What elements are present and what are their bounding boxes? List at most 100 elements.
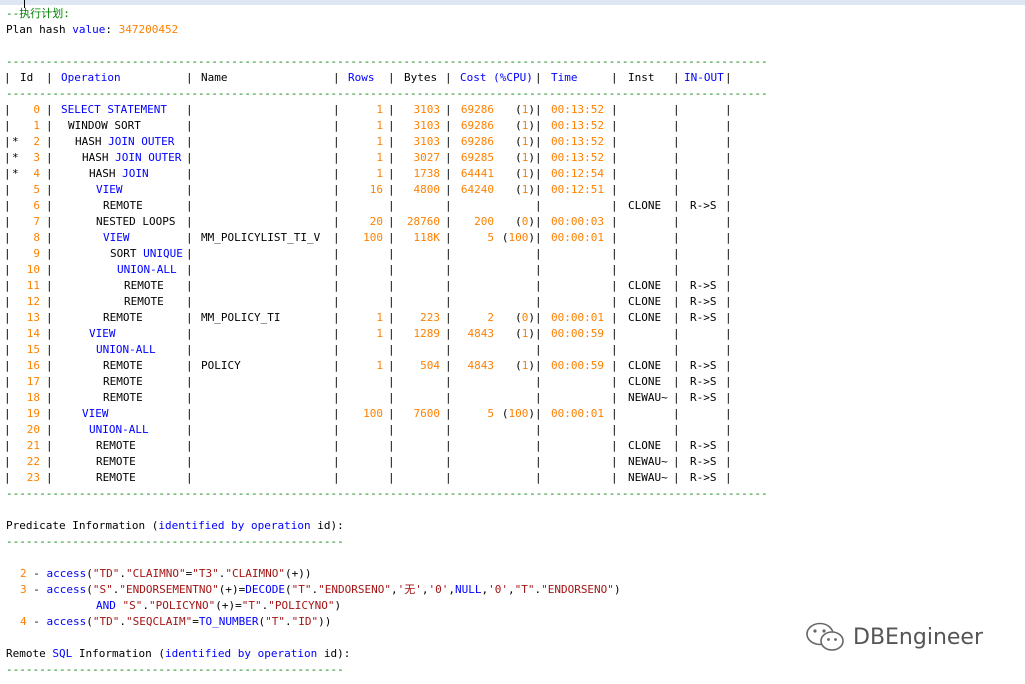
column-divider: | <box>725 343 732 356</box>
column-divider: | <box>46 119 53 132</box>
column-divider: | <box>388 151 395 164</box>
column-divider: | <box>186 231 193 244</box>
cpu-digit: 100 <box>508 407 529 420</box>
column-divider: | <box>46 167 53 180</box>
column-divider: | <box>611 71 618 84</box>
column-divider: | <box>388 119 395 132</box>
time-estimate: 00:00:03 <box>551 215 604 228</box>
column-divider: | <box>4 375 11 388</box>
predicate-marker: * <box>12 151 19 164</box>
column-divider: | <box>333 359 340 372</box>
column-divider: | <box>333 455 340 468</box>
column-divider: | <box>46 151 53 164</box>
column-divider: | <box>725 119 732 132</box>
column-divider: | <box>333 471 340 484</box>
column-divider: | <box>4 407 11 420</box>
column-divider: | <box>611 391 618 404</box>
column-divider: | <box>445 391 452 404</box>
column-divider: | <box>388 167 395 180</box>
column-divider: | <box>611 135 618 148</box>
operation-word: WINDOW <box>68 119 108 132</box>
column-divider: | <box>445 439 452 452</box>
time-estimate: 00:00:01 <box>551 231 604 244</box>
column-header: Time <box>551 71 578 84</box>
column-header: Cost (%CPU) <box>460 71 533 84</box>
byte-estimate: 223 <box>420 311 440 324</box>
object-name: POLICY <box>201 359 241 372</box>
column-divider: | <box>4 71 11 84</box>
column-divider: | <box>46 199 53 212</box>
expression-token <box>116 599 123 612</box>
column-divider: | <box>388 407 395 420</box>
expression-token: DECODE <box>245 583 285 596</box>
plan-hash-label: Plan hash <box>6 23 73 36</box>
row-estimate: 1 <box>376 119 383 132</box>
predicate-id: 2 <box>20 567 27 580</box>
column-divider: | <box>46 247 53 260</box>
predicate-keyword: access <box>46 583 87 596</box>
column-divider: | <box>46 311 53 324</box>
expression-token: "T" <box>291 583 312 596</box>
operation-word: SELECT <box>61 103 101 116</box>
in-out-value: R->S <box>690 199 717 212</box>
expression-token: , <box>507 583 515 596</box>
column-divider: | <box>333 247 340 260</box>
expression-token: "ENDORSEMENTNO" <box>119 583 219 596</box>
column-divider: | <box>673 279 680 292</box>
column-divider: | <box>535 391 542 404</box>
expression-token: )) <box>318 615 332 628</box>
row-estimate: 1 <box>376 103 383 116</box>
column-divider: | <box>445 103 452 116</box>
operation-word: REMOTE <box>124 295 164 308</box>
operation-word: REMOTE <box>96 455 136 468</box>
operation-name: REMOTE <box>103 358 143 374</box>
time-estimate: 00:12:54 <box>551 167 604 180</box>
column-divider: | <box>611 471 618 484</box>
expression-token: NULL <box>454 583 482 596</box>
column-divider: | <box>186 423 193 436</box>
instance-name: CLONE <box>628 199 662 212</box>
in-out-value: R->S <box>690 375 717 388</box>
column-divider: | <box>725 247 732 260</box>
column-divider: | <box>333 391 340 404</box>
column-divider: | <box>445 119 452 132</box>
column-divider: | <box>388 103 395 116</box>
cpu-percent: (100) <box>501 407 535 420</box>
operation-word: HASH <box>75 135 102 148</box>
remote-title-suffix: id): <box>317 647 351 660</box>
operation-word: NESTED <box>96 215 136 228</box>
time-estimate: 00:13:52 <box>551 103 604 116</box>
expression-token: "S" <box>122 599 143 612</box>
table-separator-top: ----------------------------------------… <box>6 55 768 68</box>
predicate-marker: * <box>12 135 19 148</box>
cost-value: 69286 <box>460 119 494 132</box>
column-divider: | <box>445 311 452 324</box>
operation-word: OUTER <box>148 151 182 164</box>
column-divider: | <box>333 183 340 196</box>
column-divider: | <box>333 327 340 340</box>
column-divider: | <box>388 231 395 244</box>
column-divider: | <box>186 327 193 340</box>
column-divider: | <box>4 135 11 148</box>
column-divider: | <box>725 199 732 212</box>
operation-name: WINDOW SORT <box>68 118 141 134</box>
column-divider: | <box>186 247 193 260</box>
column-divider: | <box>46 295 53 308</box>
expression-token: , <box>448 583 455 596</box>
column-divider: | <box>46 103 53 116</box>
in-out-value: R->S <box>690 455 717 468</box>
column-divider: | <box>4 455 11 468</box>
cpu-digit: 0 <box>521 215 529 228</box>
operation-word: REMOTE <box>124 279 164 292</box>
column-divider: | <box>445 199 452 212</box>
column-divider: | <box>388 423 395 436</box>
column-divider: | <box>535 327 542 340</box>
row-estimate: 1 <box>376 135 383 148</box>
predicate-id: 4 <box>20 615 27 628</box>
cpu-digit: 1 <box>521 151 529 164</box>
cpu-digit: 0 <box>521 311 529 324</box>
column-divider: | <box>535 423 542 436</box>
column-divider: | <box>535 471 542 484</box>
expression-token: '0' <box>488 583 508 596</box>
time-estimate: 00:13:52 <box>551 119 604 132</box>
